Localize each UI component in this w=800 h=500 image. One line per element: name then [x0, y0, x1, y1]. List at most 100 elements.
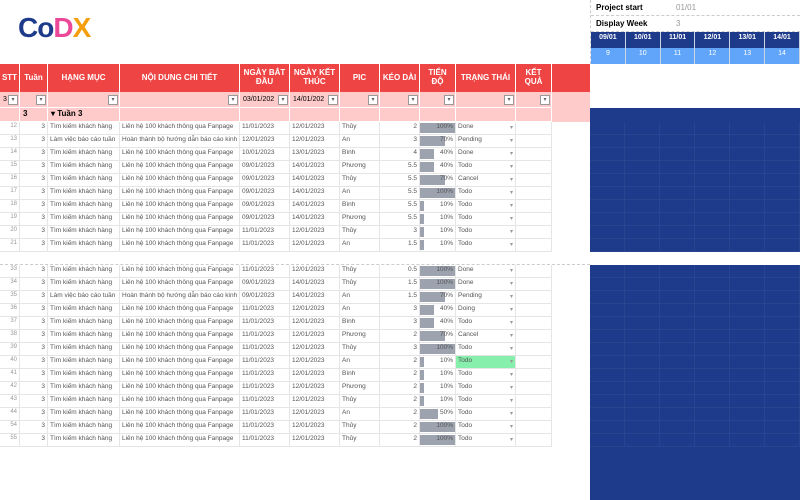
dropdown-icon[interactable]: ▾ — [510, 306, 513, 313]
table-row[interactable]: 423Tìm kiếm khách hàngLiên hệ 100 khách … — [0, 382, 590, 395]
table-row[interactable]: 353Làm việc báo cáo tuầnHoàn thành bộ hư… — [0, 291, 590, 304]
cell-trangthai[interactable]: Todo▾ — [456, 200, 516, 213]
filter-icon[interactable]: ▾ — [540, 95, 550, 105]
cell-trangthai[interactable]: Cancel▾ — [456, 330, 516, 343]
table-row[interactable]: 163Tìm kiếm khách hàngLiên hệ 100 khách … — [0, 174, 590, 187]
dropdown-icon[interactable]: ▾ — [510, 215, 513, 222]
table-row[interactable]: 143Tìm kiếm khách hàngLiên hệ 100 khách … — [0, 148, 590, 161]
table-row[interactable]: 433Tìm kiếm khách hàngLiên hệ 100 khách … — [0, 395, 590, 408]
filter-icon[interactable]: ▾ — [504, 95, 514, 105]
dropdown-icon[interactable]: ▾ — [510, 228, 513, 235]
dropdown-icon[interactable]: ▾ — [510, 384, 513, 391]
filter-icon[interactable]: ▾ — [328, 95, 338, 105]
filter-pic[interactable]: ▾ — [340, 92, 380, 108]
cell-noidung: Liên hệ 100 khách thông qua Fanpage — [120, 122, 240, 135]
cell-trangthai[interactable]: Done▾ — [456, 148, 516, 161]
cell-trangthai[interactable]: Todo▾ — [456, 434, 516, 447]
table-row[interactable]: 383Tìm kiếm khách hàngLiên hệ 100 khách … — [0, 330, 590, 343]
dropdown-icon[interactable]: ▾ — [510, 371, 513, 378]
dropdown-icon[interactable]: ▾ — [510, 202, 513, 209]
table-row[interactable]: 373Tìm kiếm khách hàngLiên hệ 100 khách … — [0, 317, 590, 330]
filter-bd[interactable]: 03/01/202▾ — [240, 92, 290, 108]
table-row[interactable]: 173Tìm kiếm khách hàngLiên hệ 100 khách … — [0, 187, 590, 200]
table-row[interactable]: 193Tìm kiếm khách hàngLiên hệ 100 khách … — [0, 213, 590, 226]
filter-hm[interactable]: ▾ — [48, 92, 120, 108]
table-row[interactable]: 183Tìm kiếm khách hàngLiên hệ 100 khách … — [0, 200, 590, 213]
cell-trangthai[interactable]: Todo▾ — [456, 239, 516, 252]
cell-trangthai[interactable]: Todo▾ — [456, 343, 516, 356]
table-row[interactable]: 443Tìm kiếm khách hàngLiên hệ 100 khách … — [0, 408, 590, 421]
dropdown-icon[interactable]: ▾ — [510, 241, 513, 248]
dropdown-icon[interactable]: ▾ — [510, 319, 513, 326]
table-row[interactable]: 203Tìm kiếm khách hàngLiên hệ 100 khách … — [0, 226, 590, 239]
table-row[interactable]: 363Tìm kiếm khách hàngLiên hệ 100 khách … — [0, 304, 590, 317]
dropdown-icon[interactable]: ▾ — [510, 332, 513, 339]
dropdown-icon[interactable]: ▾ — [510, 436, 513, 443]
cell-trangthai[interactable]: Todo▾ — [456, 317, 516, 330]
dropdown-icon[interactable]: ▾ — [510, 293, 513, 300]
cell-trangthai[interactable]: Done▾ — [456, 265, 516, 278]
cell-trangthai[interactable]: Done▾ — [456, 278, 516, 291]
table-row[interactable]: 343Tìm kiếm khách hàngLiên hệ 100 khách … — [0, 278, 590, 291]
filter-icon[interactable]: ▾ — [444, 95, 454, 105]
filter-icon[interactable]: ▾ — [408, 95, 418, 105]
project-start-value[interactable]: 01/01 — [671, 0, 800, 15]
dropdown-icon[interactable]: ▾ — [510, 397, 513, 404]
cell-trangthai[interactable]: Todo▾ — [456, 187, 516, 200]
dropdown-icon[interactable]: ▾ — [510, 176, 513, 183]
table-row[interactable]: 403Tìm kiếm khách hàngLiên hệ 100 khách … — [0, 356, 590, 369]
dropdown-icon[interactable]: ▾ — [510, 423, 513, 430]
cell-trangthai[interactable]: Pending▾ — [456, 291, 516, 304]
table-row[interactable]: 413Tìm kiếm khách hàngLiên hệ 100 khách … — [0, 369, 590, 382]
dropdown-icon[interactable]: ▾ — [510, 163, 513, 170]
table-row[interactable]: 133Làm việc báo cáo tuầnHoàn thành bộ hư… — [0, 135, 590, 148]
filter-kq[interactable]: ▾ — [516, 92, 552, 108]
cell-batdau: 09/01/2023 — [240, 161, 290, 174]
filter-kt[interactable]: 14/01/202▾ — [290, 92, 340, 108]
filter-td[interactable]: ▾ — [420, 92, 456, 108]
filter-tuan[interactable]: ▾ — [20, 92, 48, 108]
dropdown-icon[interactable]: ▾ — [510, 410, 513, 417]
table-row[interactable]: 543Tìm kiếm khách hàngLiên hệ 100 khách … — [0, 421, 590, 434]
table-row[interactable]: 153Tìm kiếm khách hàngLiên hệ 100 khách … — [0, 161, 590, 174]
filter-icon[interactable]: ▾ — [8, 95, 18, 105]
display-week-value[interactable]: 3 — [671, 16, 800, 31]
dropdown-icon[interactable]: ▾ — [510, 345, 513, 352]
filter-nd[interactable]: ▾ — [120, 92, 240, 108]
table-row[interactable]: 213Tìm kiếm khách hàngLiên hệ 100 khách … — [0, 239, 590, 252]
cell-trangthai[interactable]: Todo▾ — [456, 161, 516, 174]
filter-icon[interactable]: ▾ — [36, 95, 46, 105]
filter-icon[interactable]: ▾ — [228, 95, 238, 105]
dropdown-icon[interactable]: ▾ — [510, 280, 513, 287]
cell-trangthai[interactable]: Pending▾ — [456, 135, 516, 148]
dropdown-icon[interactable]: ▾ — [510, 267, 513, 274]
cell-trangthai[interactable]: Todo▾ — [456, 369, 516, 382]
cell-trangthai[interactable]: Todo▾ — [456, 356, 516, 369]
filter-tt[interactable]: ▾ — [456, 92, 516, 108]
cell-trangthai[interactable]: Todo▾ — [456, 382, 516, 395]
cell-trangthai[interactable]: Doing▾ — [456, 304, 516, 317]
group-row-tuan3[interactable]: 3 ▾ Tuần 3 — [0, 108, 590, 122]
table-row[interactable]: 393Tìm kiếm khách hàngLiên hệ 100 khách … — [0, 343, 590, 356]
cell-trangthai[interactable]: Todo▾ — [456, 408, 516, 421]
dropdown-icon[interactable]: ▾ — [510, 150, 513, 157]
table-row[interactable]: 333Tìm kiếm khách hàngLiên hệ 100 khách … — [0, 265, 590, 278]
cell-trangthai[interactable]: Cancel▾ — [456, 174, 516, 187]
table-row[interactable]: 123Tìm kiếm khách hàngLiên hệ 100 khách … — [0, 122, 590, 135]
cell-trangthai[interactable]: Todo▾ — [456, 395, 516, 408]
cell-trangthai[interactable]: Todo▾ — [456, 421, 516, 434]
filter-icon[interactable]: ▾ — [368, 95, 378, 105]
dropdown-icon[interactable]: ▾ — [510, 124, 513, 131]
dropdown-icon[interactable]: ▾ — [510, 358, 513, 365]
filter-icon[interactable]: ▾ — [278, 95, 288, 105]
dropdown-icon[interactable]: ▾ — [510, 189, 513, 196]
filter-kd[interactable]: ▾ — [380, 92, 420, 108]
cell-trangthai[interactable]: Todo▾ — [456, 213, 516, 226]
cell-trangthai[interactable]: Todo▾ — [456, 226, 516, 239]
filter-icon[interactable]: ▾ — [108, 95, 118, 105]
dropdown-icon[interactable]: ▾ — [510, 137, 513, 144]
filter-stt[interactable]: 3▾ — [0, 92, 20, 108]
cell-hangmuc: Tìm kiếm khách hàng — [48, 122, 120, 135]
table-row[interactable]: 553Tìm kiếm khách hàngLiên hệ 100 khách … — [0, 434, 590, 447]
cell-trangthai[interactable]: Done▾ — [456, 122, 516, 135]
